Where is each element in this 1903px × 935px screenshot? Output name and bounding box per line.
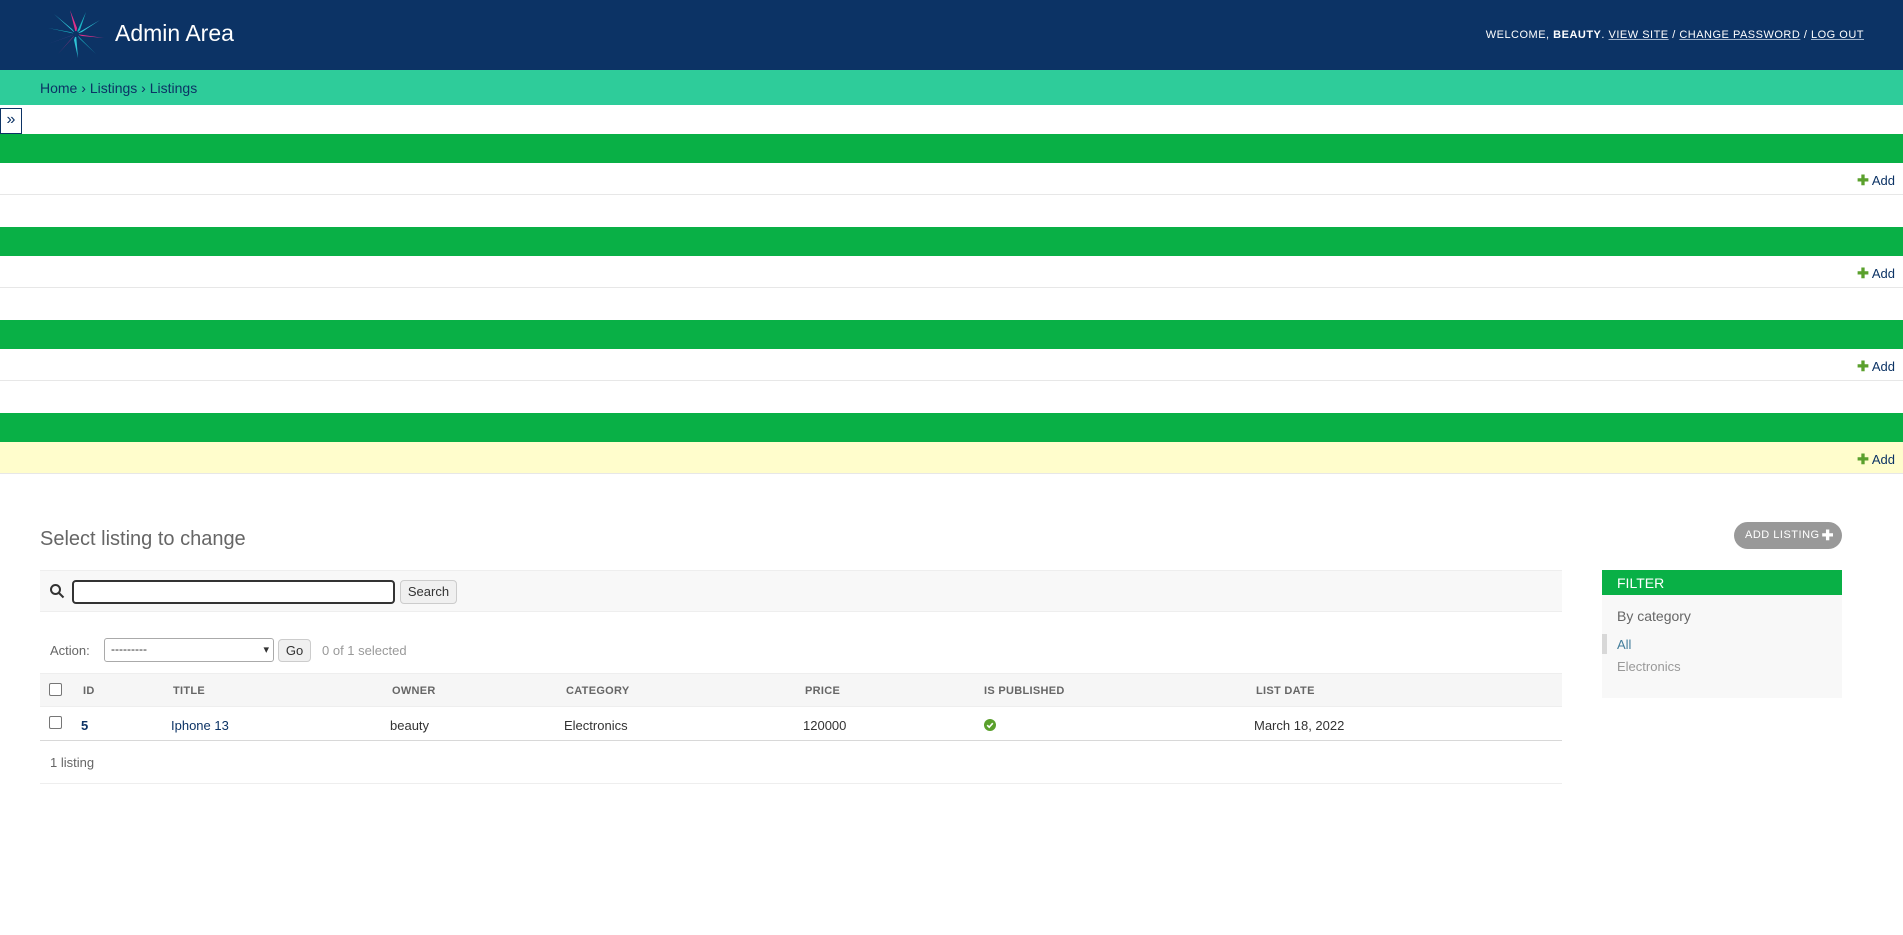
row-id-link[interactable]: 5 — [81, 718, 88, 733]
search-toolbar: Search — [40, 570, 1562, 612]
plus-icon: ✚ — [1857, 265, 1869, 281]
filter-selected-indicator — [1602, 634, 1607, 654]
row-category: Electronics — [564, 718, 628, 733]
results-table: ID TITLE OWNER CATEGORY PRICE IS PUBLISH… — [40, 673, 1562, 741]
page-title: Select listing to change — [40, 528, 246, 550]
row-price: 120000 — [803, 718, 847, 733]
log-out-link[interactable]: Log out — [1811, 29, 1864, 41]
breadcrumb-current: Listings — [149, 80, 198, 96]
add-link[interactable]: ✚ Add — [1857, 172, 1895, 189]
paginator: 1 listing — [40, 742, 1562, 784]
filter-panel: FILTER By category All Electronics — [1602, 570, 1842, 698]
sidebar-toggle-button[interactable]: » — [0, 108, 22, 134]
add-link[interactable]: ✚ Add — [1857, 451, 1895, 468]
add-label: Add — [1871, 266, 1895, 281]
plus-icon: ✚ — [1857, 358, 1869, 374]
filter-header: FILTER — [1602, 570, 1842, 595]
plus-icon: ✚ — [1857, 172, 1869, 188]
column-header-is-published[interactable]: IS PUBLISHED — [984, 685, 1065, 697]
breadcrumb-app-link[interactable]: Listings — [90, 80, 137, 96]
column-header-title[interactable]: TITLE — [173, 685, 205, 697]
user-tools: Welcome, beauty. View site / Change pass… — [1485, 29, 1864, 41]
module-add-row: ✚ Add — [0, 256, 1903, 288]
module-add-row: ✚ Add — [0, 349, 1903, 381]
column-header-price[interactable]: PRICE — [805, 685, 840, 697]
column-header-category[interactable]: CATEGORY — [566, 685, 630, 697]
action-selected-value: --------- — [111, 642, 147, 656]
search-icon — [50, 584, 65, 599]
chevron-down-icon: ▾ — [263, 644, 269, 656]
add-listing-label: ADD LISTING — [1745, 529, 1820, 541]
add-label: Add — [1871, 359, 1895, 374]
published-check-icon — [984, 719, 996, 731]
column-header-owner[interactable]: OWNER — [392, 685, 436, 697]
filter-title: By category — [1617, 608, 1691, 624]
add-label: Add — [1871, 173, 1895, 188]
username: beauty — [1553, 29, 1602, 41]
site-title: Admin Area — [115, 20, 234, 46]
breadcrumb: Home › Listings › Listings — [0, 70, 1903, 105]
row-title-link[interactable]: Iphone 13 — [171, 718, 229, 733]
select-all-checkbox[interactable] — [49, 683, 62, 696]
separator: / — [1800, 29, 1811, 41]
module-header-band — [0, 320, 1903, 349]
module-add-row-current: ✚ Add — [0, 442, 1903, 474]
column-header-id[interactable]: ID — [83, 685, 95, 697]
go-button[interactable]: Go — [278, 639, 311, 662]
table-row: 5 Iphone 13 beauty Electronics 120000 Ma… — [40, 707, 1562, 741]
search-button[interactable]: Search — [400, 580, 457, 604]
breadcrumb-separator: › — [137, 80, 150, 96]
module-header-band — [0, 413, 1903, 442]
breadcrumb-home-link[interactable]: Home — [40, 80, 77, 96]
module-header-band — [0, 227, 1903, 256]
column-header-list-date[interactable]: LIST DATE — [1256, 685, 1315, 697]
selected-counter: 0 of 1 selected — [322, 643, 407, 658]
separator: / — [1668, 29, 1680, 41]
filter-option-electronics[interactable]: Electronics — [1617, 659, 1681, 674]
site-header: Admin Area Welcome, beauty. View site / … — [0, 0, 1903, 70]
row-list-date: March 18, 2022 — [1254, 718, 1345, 733]
add-label: Add — [1871, 452, 1895, 467]
search-input[interactable] — [72, 580, 395, 604]
module-header-band — [0, 134, 1903, 163]
table-header: ID TITLE OWNER CATEGORY PRICE IS PUBLISH… — [40, 673, 1562, 707]
change-password-link[interactable]: Change password — [1679, 29, 1800, 41]
row-owner: beauty — [390, 718, 430, 733]
row-select-checkbox[interactable] — [49, 716, 62, 729]
actions-bar: Action: --------- ▾ Go 0 of 1 selected — [40, 638, 640, 664]
view-site-link[interactable]: View site — [1609, 29, 1669, 41]
action-select[interactable]: --------- ▾ — [104, 638, 274, 662]
add-link[interactable]: ✚ Add — [1857, 265, 1895, 282]
filter-option-all[interactable]: All — [1617, 637, 1631, 652]
plus-icon: ✚ — [1857, 451, 1869, 467]
welcome-text: Welcome, — [1485, 29, 1554, 41]
add-listing-button[interactable]: ADD LISTING ✚ — [1734, 522, 1842, 549]
add-link[interactable]: ✚ Add — [1857, 358, 1895, 375]
action-label: Action: — [50, 643, 90, 658]
module-add-row: ✚ Add — [0, 163, 1903, 195]
breadcrumb-separator: › — [77, 80, 90, 96]
admin-logo-icon — [48, 10, 104, 58]
plus-icon: ✚ — [1821, 527, 1834, 543]
